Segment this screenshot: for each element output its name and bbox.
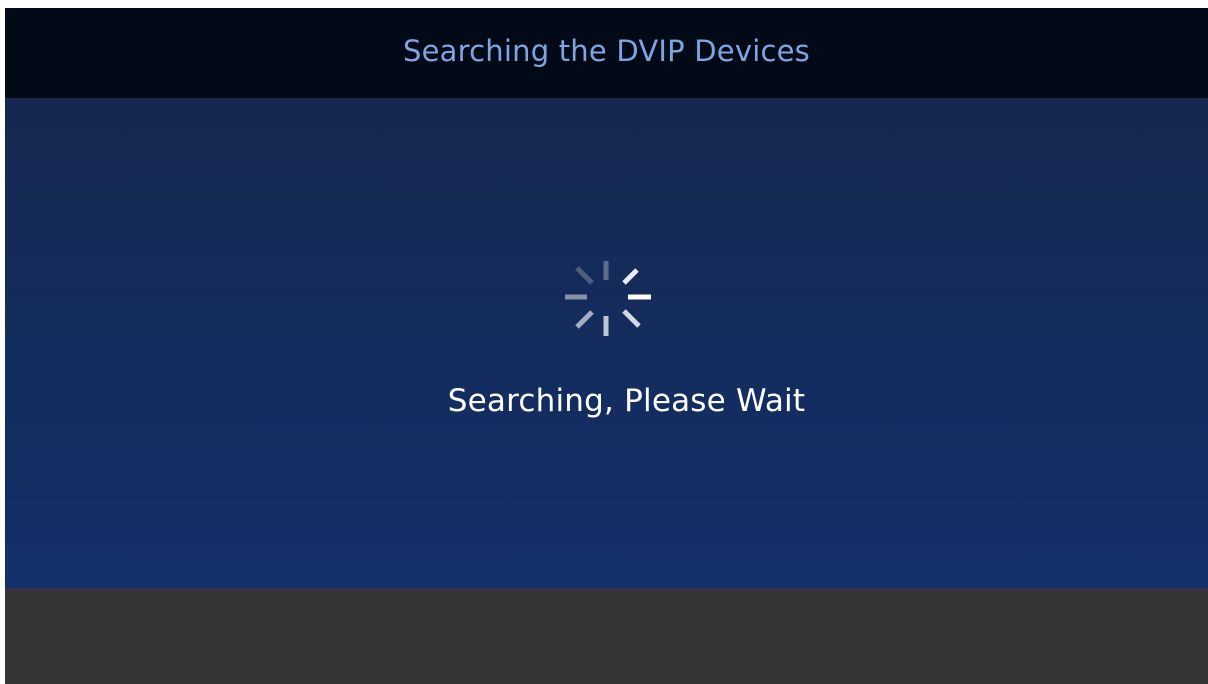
spinner-spoke-bottom-right	[622, 309, 641, 328]
device-search-screen: Searching the DVIP Devices Searching, Pl…	[5, 8, 1208, 684]
footer-bar	[5, 590, 1208, 684]
status-message: Searching, Please Wait	[447, 383, 806, 419]
spinner-spoke-bottom-left	[575, 310, 594, 329]
page-title: Searching the DVIP Devices	[403, 34, 810, 68]
spinner-spoke-top-right	[622, 268, 639, 285]
spinner-spoke-top-left	[575, 266, 594, 285]
title-bar: Searching the DVIP Devices	[5, 8, 1208, 98]
loading-spinner-icon	[565, 261, 651, 336]
